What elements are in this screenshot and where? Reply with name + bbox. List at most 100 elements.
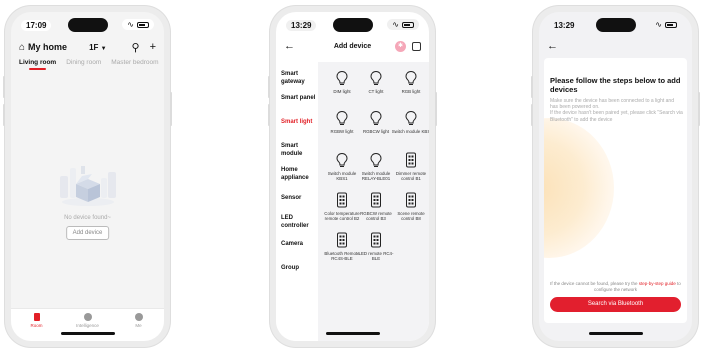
- tab-intelligence[interactable]: Intelligence: [73, 313, 103, 341]
- wifi-icon: ∿: [127, 20, 134, 29]
- system-icons: ∿: [650, 19, 682, 30]
- remote-icon: [391, 152, 429, 168]
- device-tile[interactable]: Switch module KBS: [391, 110, 429, 134]
- device-tile[interactable]: LED remote RC4-BLE: [356, 232, 396, 261]
- device-label: Color temperature remote control B2: [324, 211, 360, 221]
- home-header: ⌂ My home 1F ▼ ⚲ +: [11, 38, 164, 56]
- home-indicator: [60, 332, 115, 335]
- dynamic-island: [595, 18, 636, 32]
- status-bar: 13:29 ∿: [276, 17, 429, 35]
- troubleshoot-prefix: If the device cannot be found, please tr…: [550, 281, 638, 286]
- plus-icon[interactable]: +: [150, 41, 156, 54]
- add-device-header: ← Add device ✱: [276, 40, 429, 56]
- back-arrow-icon[interactable]: ←: [547, 40, 558, 52]
- category-smart-light[interactable]: Smart light: [276, 118, 316, 126]
- search-via-bluetooth-button[interactable]: Search via Bluetooth: [550, 297, 681, 312]
- remote-icon: [391, 192, 429, 208]
- pairing-guide-screen: 13:29 ∿ ← Please follow the steps below …: [539, 12, 692, 341]
- room-tabs: Living room Dining room Master bedroom: [19, 59, 160, 70]
- pairing-description: Make sure the device has been connected …: [550, 98, 683, 123]
- category-home-appliance[interactable]: Home appliance: [276, 166, 316, 182]
- tab-living-room[interactable]: Living room: [19, 59, 56, 70]
- status-bar: 17:09 ∿: [11, 17, 164, 35]
- phone-frame-pairing-guide: 13:29 ∿ ← Please follow the steps below …: [531, 6, 700, 347]
- category-led-controller[interactable]: LED controller: [276, 214, 316, 230]
- bluetooth-icon[interactable]: ✱: [395, 41, 406, 52]
- tab-intelligence-label: Intelligence: [76, 323, 99, 328]
- bulb-icon: [356, 152, 396, 168]
- battery-icon: [137, 21, 149, 28]
- wifi-icon: ∿: [655, 20, 662, 29]
- device-tile[interactable]: Scene remote control B8: [391, 192, 429, 221]
- device-label: Switch module RELAY-BLE01: [361, 171, 391, 181]
- category-camera[interactable]: Camera: [276, 240, 316, 248]
- caret-down-icon: ▼: [100, 45, 107, 52]
- category-sidebar: Smart gateway Smart panel Smart light Sm…: [276, 62, 318, 341]
- bulb-icon: [391, 110, 429, 126]
- device-tile[interactable]: RGBCW remote control B3: [356, 192, 396, 221]
- floor-selector[interactable]: 1F ▼: [89, 43, 107, 52]
- empty-box-illustration: [59, 166, 116, 206]
- empty-state-text: No device found~: [64, 215, 111, 221]
- scan-qr-icon[interactable]: [412, 42, 421, 51]
- phone-frame-add-device: 13:29 ∿ ← Add device ✱ Smart gateway Sma…: [268, 6, 437, 347]
- status-time: 17:09: [21, 20, 52, 31]
- step-by-step-guide-link[interactable]: step-by-step guide: [639, 281, 676, 286]
- bulb-icon: [356, 70, 396, 86]
- home-icon: ⌂: [19, 41, 26, 53]
- wifi-icon: ∿: [392, 20, 399, 29]
- category-smart-gateway[interactable]: Smart gateway: [276, 70, 316, 86]
- dynamic-island: [332, 18, 373, 32]
- tab-dining-room[interactable]: Dining room: [66, 59, 101, 66]
- category-group[interactable]: Group: [276, 264, 316, 272]
- device-grid: DIM light CT light RGB light RGBW light RGBC…: [318, 62, 429, 341]
- remote-icon: [356, 232, 396, 248]
- pairing-card: Please follow the steps below to add dev…: [544, 58, 687, 323]
- search-icon[interactable]: ⚲: [132, 41, 140, 54]
- device-label: RGBW light: [330, 129, 354, 134]
- tab-me-label: Me: [135, 323, 142, 328]
- device-tile[interactable]: RGBCW light: [356, 110, 396, 134]
- battery-icon: [402, 21, 414, 28]
- device-tile[interactable]: CT light: [356, 70, 396, 94]
- home-screen: 17:09 ∿ ⌂ My home 1F ▼ ⚲ + Living room D…: [11, 12, 164, 341]
- system-icons: ∿: [387, 19, 419, 30]
- category-smart-module[interactable]: Smart module: [276, 142, 316, 158]
- device-label: RGB light: [401, 89, 421, 94]
- add-device-screen: 13:29 ∿ ← Add device ✱ Smart gateway Sma…: [276, 12, 429, 341]
- system-icons: ∿: [122, 19, 154, 30]
- device-label: Dimmer remote control B1: [395, 171, 427, 181]
- bottom-tab-bar: Room Intelligence Me: [11, 308, 164, 341]
- device-label: DIM light: [333, 89, 351, 94]
- pairing-step-1: Make sure the device has been connected …: [550, 98, 674, 111]
- status-bar: 13:29 ∿: [539, 17, 692, 35]
- bulb-icon: [391, 70, 429, 86]
- device-label: CT light: [368, 89, 384, 94]
- home-indicator: [325, 332, 380, 335]
- pairing-step-2: If the device hasn't been paired yet, pl…: [550, 110, 683, 123]
- add-device-button[interactable]: Add device: [65, 226, 110, 240]
- device-label: Bluetooth Remote RC4S-BLE: [324, 251, 360, 261]
- room-icon: [33, 313, 40, 321]
- intelligence-icon: [83, 313, 92, 321]
- device-tile[interactable]: RGB light: [391, 70, 429, 94]
- tab-master-bedroom[interactable]: Master bedroom: [111, 59, 158, 66]
- home-selector[interactable]: My home: [28, 42, 67, 52]
- category-sensor[interactable]: Sensor: [276, 194, 316, 202]
- device-label: Scene remote control B8: [397, 211, 425, 221]
- tab-room[interactable]: Room: [22, 313, 52, 341]
- light-glow-illustration: [544, 118, 614, 258]
- battery-icon: [665, 21, 677, 28]
- device-label: LED remote RC4-BLE: [358, 251, 394, 261]
- device-tile[interactable]: Switch module RELAY-BLE01: [356, 152, 396, 181]
- category-smart-panel[interactable]: Smart panel: [276, 94, 316, 102]
- status-time: 13:29: [554, 21, 575, 30]
- device-tile[interactable]: Dimmer remote control B1: [391, 152, 429, 181]
- device-label: Switch module KBS: [391, 129, 429, 134]
- device-label: Switch module KBS1: [327, 171, 357, 181]
- profile-icon: [134, 313, 143, 321]
- bulb-icon: [356, 110, 396, 126]
- tab-me[interactable]: Me: [124, 313, 154, 341]
- tab-room-label: Room: [30, 323, 43, 328]
- pairing-heading: Please follow the steps below to add dev…: [550, 76, 681, 94]
